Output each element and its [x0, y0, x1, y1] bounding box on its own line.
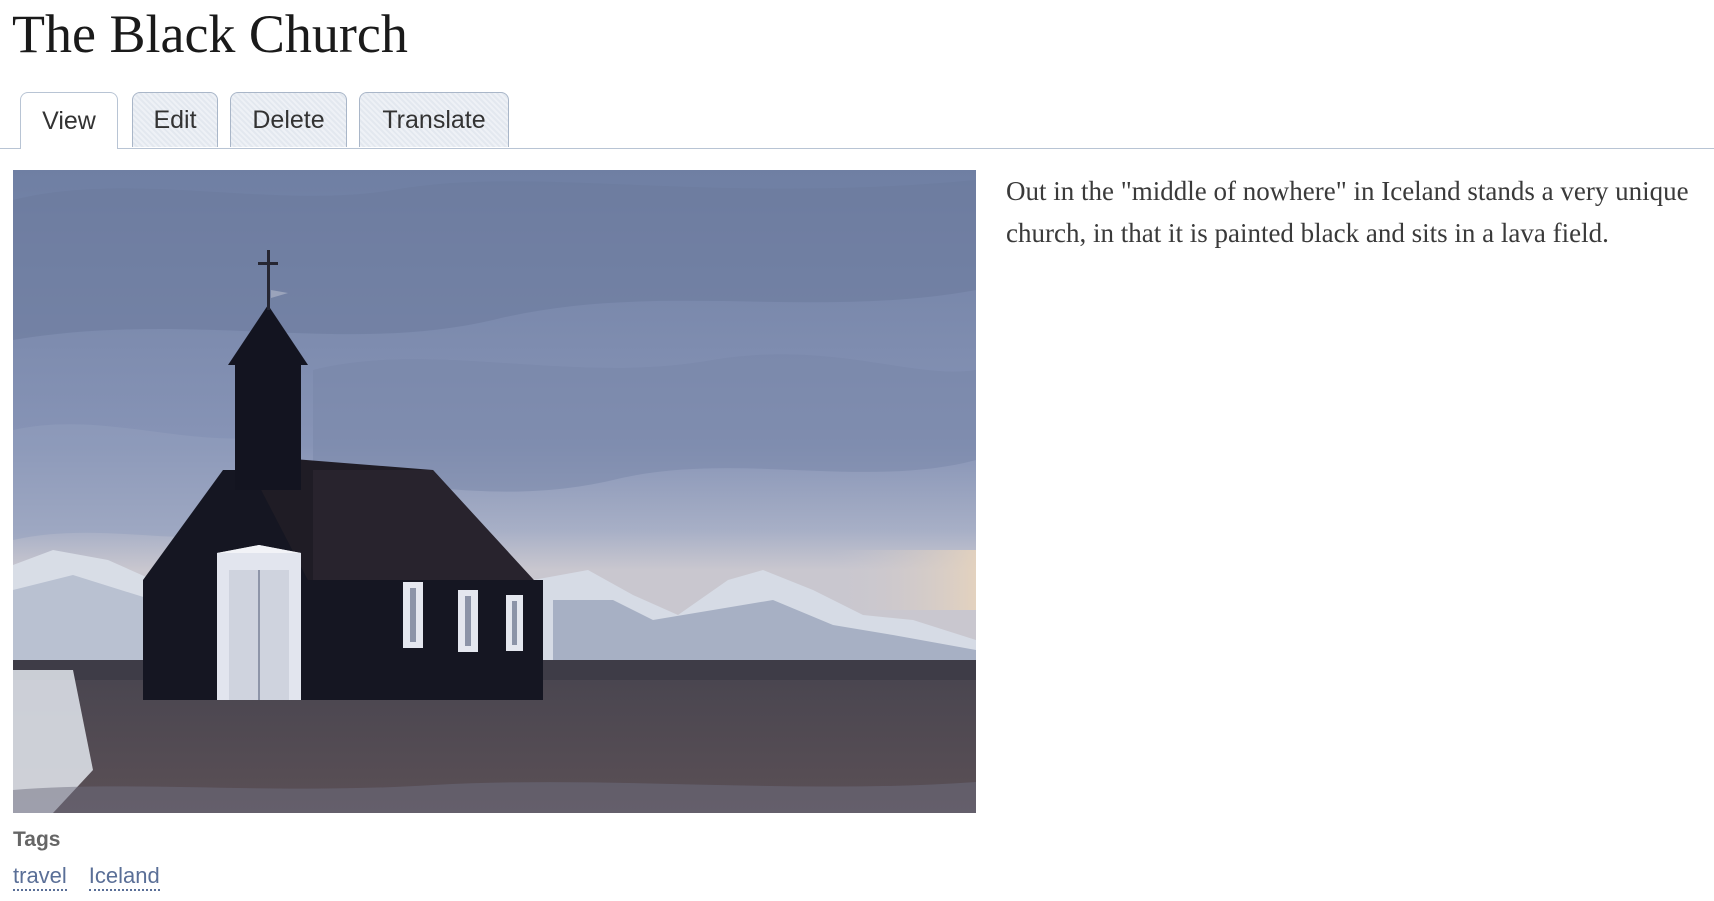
church-photo [13, 170, 976, 813]
tag-link-travel[interactable]: travel [13, 863, 67, 891]
tab-translate[interactable]: Translate [359, 92, 509, 147]
tag-link-iceland[interactable]: Iceland [88, 863, 160, 891]
page-title: The Black Church [12, 4, 408, 64]
tag-list: travel Iceland [13, 863, 160, 891]
tab-delete[interactable]: Delete [230, 92, 347, 147]
tab-bar: View Edit Delete Translate [0, 84, 1714, 149]
tags-label: Tags [13, 828, 61, 851]
tab-view[interactable]: View [20, 92, 118, 149]
tab-edit[interactable]: Edit [132, 92, 218, 147]
body-text: Out in the "middle of nowhere" in Icelan… [1006, 176, 1689, 248]
